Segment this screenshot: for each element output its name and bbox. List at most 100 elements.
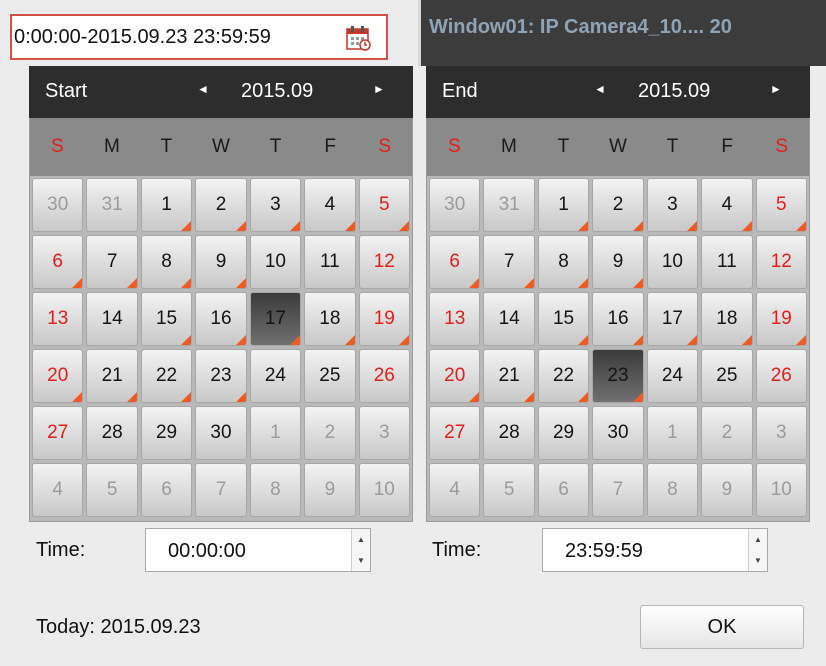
day-cell[interactable]: 31 (86, 178, 138, 232)
day-cell[interactable]: 25 (304, 349, 356, 403)
day-cell[interactable]: 21 (86, 349, 138, 403)
day-cell[interactable]: 14 (483, 292, 535, 346)
day-cell[interactable]: 16 (195, 292, 247, 346)
day-cell[interactable]: 24 (249, 349, 302, 403)
day-cell[interactable]: 5 (86, 463, 138, 517)
end-time-spinner[interactable]: ▲ ▼ (748, 529, 767, 571)
spin-down-icon[interactable]: ▼ (352, 550, 370, 571)
day-cell[interactable]: 31 (483, 178, 535, 232)
time-range-value[interactable]: 0:00:00-2015.09.23 23:59:59 (14, 26, 271, 49)
start-time-value[interactable]: 00:00:00 (168, 540, 246, 563)
day-cell[interactable]: 5 (755, 178, 807, 232)
day-cell[interactable]: 1 (646, 406, 699, 460)
day-cell[interactable]: 29 (537, 406, 590, 460)
time-range-input[interactable]: 0:00:00-2015.09.23 23:59:59 (10, 14, 388, 60)
day-cell[interactable]: 26 (358, 349, 410, 403)
day-cell[interactable]: 5 (358, 178, 410, 232)
day-cell[interactable]: 4 (701, 178, 753, 232)
day-cell[interactable]: 22 (537, 349, 590, 403)
day-cell[interactable]: 28 (483, 406, 535, 460)
day-cell[interactable]: 29 (140, 406, 193, 460)
day-cell[interactable]: 1 (140, 178, 193, 232)
start-time-spinner[interactable]: ▲ ▼ (351, 529, 370, 571)
day-cell[interactable]: 9 (304, 463, 356, 517)
day-cell[interactable]: 24 (646, 349, 699, 403)
day-cell[interactable]: 8 (140, 235, 193, 289)
day-cell[interactable]: 30 (195, 406, 247, 460)
end-time-input[interactable]: 23:59:59 ▲ ▼ (542, 528, 768, 572)
day-cell[interactable]: 27 (429, 406, 481, 460)
day-cell[interactable]: 20 (32, 349, 84, 403)
day-cell[interactable]: 10 (358, 463, 410, 517)
day-cell[interactable]: 17 (249, 292, 302, 346)
day-cell[interactable]: 11 (304, 235, 356, 289)
day-cell[interactable]: 19 (755, 292, 807, 346)
chevron-left-icon[interactable]: ◄ (594, 82, 606, 96)
day-cell[interactable]: 19 (358, 292, 410, 346)
day-cell[interactable]: 8 (249, 463, 302, 517)
day-cell[interactable]: 7 (592, 463, 644, 517)
calendar-icon[interactable] (344, 24, 372, 52)
day-cell[interactable]: 1 (537, 178, 590, 232)
day-cell[interactable]: 18 (304, 292, 356, 346)
day-cell[interactable]: 14 (86, 292, 138, 346)
day-cell[interactable]: 27 (32, 406, 84, 460)
day-cell[interactable]: 30 (429, 178, 481, 232)
day-cell[interactable]: 12 (755, 235, 807, 289)
day-cell[interactable]: 8 (537, 235, 590, 289)
chevron-right-icon[interactable]: ► (770, 82, 782, 96)
day-cell[interactable]: 30 (592, 406, 644, 460)
day-cell[interactable]: 22 (140, 349, 193, 403)
day-cell[interactable]: 3 (755, 406, 807, 460)
chevron-right-icon[interactable]: ► (373, 82, 385, 96)
day-cell[interactable]: 3 (249, 178, 302, 232)
day-cell[interactable]: 16 (592, 292, 644, 346)
day-cell[interactable]: 11 (701, 235, 753, 289)
day-cell[interactable]: 15 (537, 292, 590, 346)
day-cell[interactable]: 17 (646, 292, 699, 346)
day-cell[interactable]: 15 (140, 292, 193, 346)
day-cell[interactable]: 23 (195, 349, 247, 403)
day-cell[interactable]: 6 (32, 235, 84, 289)
start-time-input[interactable]: 00:00:00 ▲ ▼ (145, 528, 371, 572)
day-cell[interactable]: 12 (358, 235, 410, 289)
spin-down-icon[interactable]: ▼ (749, 550, 767, 571)
day-cell[interactable]: 2 (304, 406, 356, 460)
day-cell[interactable]: 10 (646, 235, 699, 289)
day-cell[interactable]: 28 (86, 406, 138, 460)
day-cell[interactable]: 2 (195, 178, 247, 232)
day-cell[interactable]: 6 (429, 235, 481, 289)
day-cell[interactable]: 30 (32, 178, 84, 232)
day-cell[interactable]: 10 (249, 235, 302, 289)
day-cell[interactable]: 9 (592, 235, 644, 289)
day-cell[interactable]: 2 (701, 406, 753, 460)
end-time-value[interactable]: 23:59:59 (565, 540, 643, 563)
spin-up-icon[interactable]: ▲ (749, 529, 767, 550)
day-cell[interactable]: 18 (701, 292, 753, 346)
day-cell[interactable]: 4 (32, 463, 84, 517)
ok-button[interactable]: OK (640, 605, 804, 649)
day-cell[interactable]: 26 (755, 349, 807, 403)
day-cell[interactable]: 25 (701, 349, 753, 403)
day-cell[interactable]: 9 (195, 235, 247, 289)
day-cell[interactable]: 23 (592, 349, 644, 403)
day-cell[interactable]: 4 (304, 178, 356, 232)
day-cell[interactable]: 9 (701, 463, 753, 517)
day-cell[interactable]: 10 (755, 463, 807, 517)
day-cell[interactable]: 20 (429, 349, 481, 403)
day-cell[interactable]: 1 (249, 406, 302, 460)
spin-up-icon[interactable]: ▲ (352, 529, 370, 550)
day-cell[interactable]: 5 (483, 463, 535, 517)
day-cell[interactable]: 7 (483, 235, 535, 289)
day-cell[interactable]: 7 (86, 235, 138, 289)
day-cell[interactable]: 7 (195, 463, 247, 517)
day-cell[interactable]: 6 (537, 463, 590, 517)
day-cell[interactable]: 8 (646, 463, 699, 517)
day-cell[interactable]: 3 (646, 178, 699, 232)
day-cell[interactable]: 13 (32, 292, 84, 346)
day-cell[interactable]: 3 (358, 406, 410, 460)
day-cell[interactable]: 6 (140, 463, 193, 517)
day-cell[interactable]: 4 (429, 463, 481, 517)
day-cell[interactable]: 2 (592, 178, 644, 232)
day-cell[interactable]: 13 (429, 292, 481, 346)
